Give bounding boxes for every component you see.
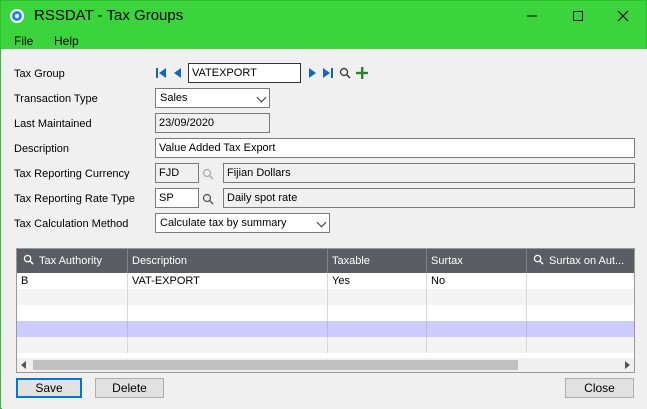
empty-cell: [17, 305, 128, 321]
delete-button[interactable]: Delete: [95, 378, 164, 398]
empty-cell: [328, 289, 427, 305]
header-surtax[interactable]: Surtax: [427, 249, 527, 273]
header-surtax-on-authority[interactable]: Surtax on Aut...: [527, 249, 634, 273]
tax-group-label: Tax Group: [14, 68, 65, 80]
menu-bar: File Help: [1, 31, 646, 49]
form-area: Tax Group VATEXPORT Transaction Type Sal…: [2, 49, 647, 409]
header-tax-authority[interactable]: Tax Authority: [17, 249, 128, 273]
last-maintained-field: 23/09/2020: [155, 113, 270, 133]
last-record-icon[interactable]: [322, 66, 334, 80]
scroll-thumb[interactable]: [33, 360, 518, 370]
title-bar[interactable]: RSSDAT - Tax Groups: [1, 1, 646, 31]
rate-type-input[interactable]: SP: [155, 188, 199, 208]
reporting-currency-code: FJD: [155, 163, 199, 183]
table-row[interactable]: [17, 305, 634, 321]
empty-cell: [427, 321, 527, 337]
table-row-selected[interactable]: [17, 321, 634, 337]
header-surtax-on-authority-label: Surtax on Aut...: [549, 255, 625, 267]
next-record-icon[interactable]: [306, 66, 318, 80]
app-icon: [10, 9, 24, 23]
header-tax-authority-label: Tax Authority: [39, 255, 102, 267]
calc-method-label: Tax Calculation Method: [14, 218, 129, 230]
scroll-right-icon[interactable]: [623, 361, 631, 369]
cell-description[interactable]: VAT-EXPORT: [128, 273, 328, 289]
empty-cell: [128, 305, 328, 321]
maximize-icon: [573, 11, 583, 21]
search-icon: [23, 254, 34, 265]
empty-cell: [328, 305, 427, 321]
header-taxable[interactable]: Taxable: [328, 249, 427, 273]
empty-cell: [427, 305, 527, 321]
grid-header: Tax Authority Description Taxable Surtax…: [17, 249, 634, 273]
search-icon[interactable]: [339, 66, 351, 80]
reporting-currency-description: Fijian Dollars: [223, 163, 635, 183]
first-record-icon[interactable]: [155, 66, 167, 80]
description-label: Description: [14, 143, 70, 155]
save-button[interactable]: Save: [16, 378, 82, 398]
window-title: RSSDAT - Tax Groups: [34, 7, 184, 24]
calc-method-value: Calculate tax by summary: [160, 217, 287, 229]
rate-type-finder-icon[interactable]: [202, 193, 214, 205]
empty-cell: [328, 321, 427, 337]
chevron-down-icon: [256, 92, 267, 103]
search-icon: [533, 254, 544, 265]
header-description[interactable]: Description: [128, 249, 328, 273]
empty-cell: [427, 289, 527, 305]
menu-file[interactable]: File: [14, 34, 33, 48]
transaction-type-value: Sales: [160, 92, 188, 104]
chevron-down-icon: [316, 217, 327, 228]
maximize-button[interactable]: [555, 1, 601, 31]
transaction-type-select[interactable]: Sales: [155, 88, 270, 108]
description-input[interactable]: Value Added Tax Export: [155, 138, 635, 158]
add-icon[interactable]: [356, 66, 368, 80]
close-icon: [617, 10, 629, 22]
scroll-left-icon[interactable]: [20, 361, 28, 369]
menu-help[interactable]: Help: [54, 34, 79, 48]
tax-authority-grid: Tax Authority Description Taxable Surtax…: [16, 248, 635, 373]
currency-finder-icon: [202, 168, 214, 180]
previous-record-icon[interactable]: [172, 66, 184, 80]
close-window-button[interactable]: [600, 1, 646, 31]
tax-groups-window: RSSDAT - Tax Groups File Help Tax Group …: [0, 0, 647, 409]
calc-method-select[interactable]: Calculate tax by summary: [155, 213, 330, 233]
last-maintained-label: Last Maintained: [14, 118, 92, 130]
cell-surtax-on-authority[interactable]: [527, 273, 634, 289]
table-row[interactable]: [17, 337, 634, 353]
horizontal-scrollbar[interactable]: [17, 358, 634, 372]
empty-cell: [17, 321, 128, 337]
empty-cell: [128, 321, 328, 337]
transaction-type-label: Transaction Type: [14, 93, 98, 105]
empty-cell: [17, 337, 128, 353]
minimize-button[interactable]: [509, 1, 555, 31]
cell-taxable[interactable]: Yes: [328, 273, 427, 289]
table-row[interactable]: B VAT-EXPORT Yes No: [17, 273, 634, 289]
empty-cell: [328, 337, 427, 353]
rate-type-label: Tax Reporting Rate Type: [14, 193, 135, 205]
empty-cell: [128, 337, 328, 353]
empty-cell: [128, 289, 328, 305]
tax-group-input[interactable]: VATEXPORT: [188, 63, 301, 83]
cell-tax-authority[interactable]: B: [17, 273, 128, 289]
minimize-icon: [527, 15, 537, 17]
rate-type-description: Daily spot rate: [223, 188, 635, 208]
close-button[interactable]: Close: [565, 378, 634, 398]
table-row[interactable]: [17, 289, 634, 305]
cell-surtax[interactable]: No: [427, 273, 527, 289]
empty-cell: [17, 289, 128, 305]
reporting-currency-label: Tax Reporting Currency: [14, 168, 130, 180]
empty-cell: [427, 337, 527, 353]
